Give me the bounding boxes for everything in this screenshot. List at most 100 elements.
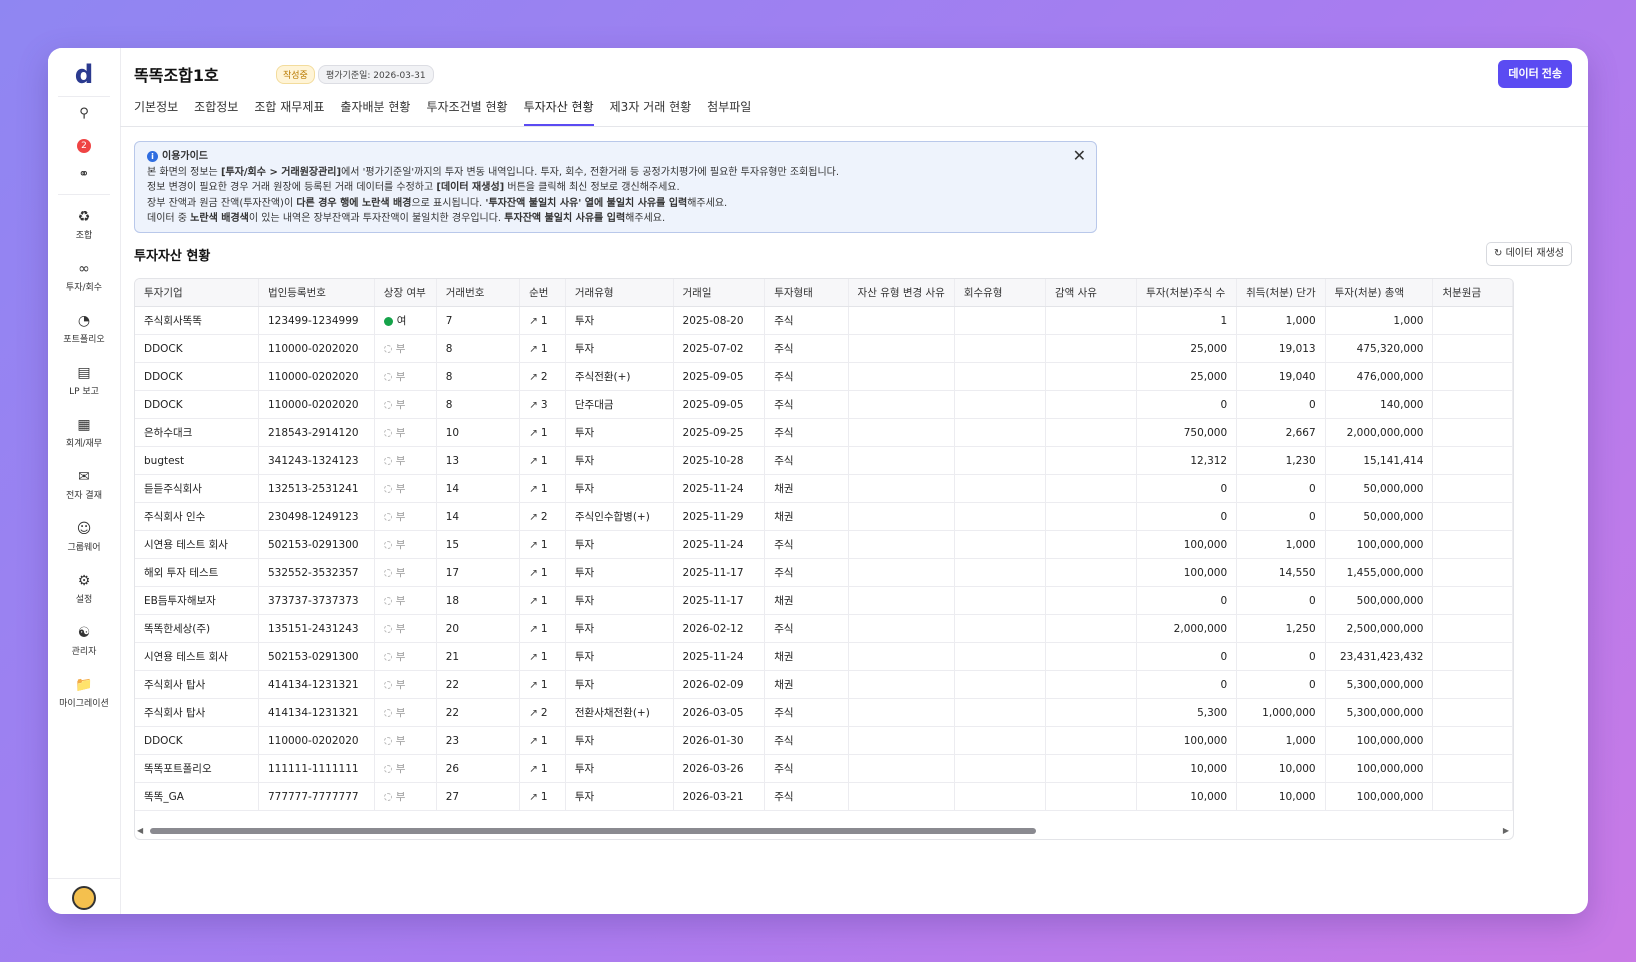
sequence-number: 2 (540, 706, 548, 719)
tab-attachments[interactable]: 첨부파일 (707, 96, 759, 124)
link-arrow-icon[interactable]: ↗ (529, 427, 538, 439)
scroll-right-icon[interactable]: ▶ (1503, 826, 1509, 835)
table-cell (954, 474, 1046, 503)
table-row[interactable]: 주식회사 탑사 414134-1231321 부 22 ↗ 1 투자 2026-02-09 채권… (135, 670, 1513, 699)
app-logo[interactable]: d (48, 60, 120, 90)
table-row[interactable]: 주식회사똑똑 123499-1234999 여 7 ↗ 1 투자 2025-08-20 주식 1 1… (135, 306, 1513, 335)
regenerate-data-button[interactable]: ↻ 데이터 재생성 (1486, 242, 1572, 266)
table-row[interactable]: EB듬투자해보자 373737-3737373 부 18 ↗ 1 투자 2025-11-17 채… (135, 586, 1513, 615)
sidebar-item-migration[interactable]: 📁 마이그레이션 (48, 676, 120, 709)
table-cell: 110000-0202020 (258, 726, 375, 755)
table-row[interactable]: 똑똑_GA 777777-7777777 부 27 ↗ 1 투자 2026-03-21 주식 10… (135, 782, 1513, 811)
column-header[interactable]: 투자형태 (764, 279, 849, 307)
app-window: d ⚲ 2 ⚭ ♻ 조합 ∞ 투자/회수 ◔ 포트폴리오 ▤ LP 보고 ▦ 회… (48, 48, 1588, 914)
link-arrow-icon[interactable]: ↗ (529, 315, 538, 327)
link-arrow-icon[interactable]: ↗ (529, 455, 538, 467)
table-row[interactable]: 듣듣주식회사 132513-2531241 부 14 ↗ 1 투자 2025-11-24 채권 0… (135, 474, 1513, 503)
sidebar-item-groupware[interactable]: ☺ 그룹웨어 (48, 520, 120, 553)
scroll-left-icon[interactable]: ◀ (137, 826, 143, 835)
admin-icon: ☯ (77, 625, 91, 641)
sidebar-item-settings[interactable]: ⚙ 설정 (48, 572, 120, 605)
column-header[interactable]: 투자(처분)주식 수 (1136, 279, 1238, 307)
column-header[interactable]: 순번 (519, 279, 566, 307)
table-row[interactable]: 해외 투자 테스트 532552-3532357 부 17 ↗ 1 투자 2025-11-17… (135, 558, 1513, 587)
link-arrow-icon[interactable]: ↗ (529, 595, 538, 607)
link-arrow-icon[interactable]: ↗ (529, 651, 538, 663)
link-arrow-icon[interactable]: ↗ (529, 679, 538, 691)
tab-third-party-transactions[interactable]: 제3자 거래 현황 (610, 96, 700, 124)
link-arrow-icon[interactable]: ↗ (529, 483, 538, 495)
table-cell: 2025-10-28 (673, 446, 766, 475)
table-cell: 25,000 (1136, 362, 1238, 391)
sidebar-item-lp-report[interactable]: ▤ LP 보고 (48, 364, 120, 397)
table-row[interactable]: bugtest 341243-1324123 부 13 ↗ 1 투자 2025-10-28 주식… (135, 446, 1513, 475)
sidebar-item-invest[interactable]: ∞ 투자/회수 (48, 260, 120, 293)
link-arrow-icon[interactable]: ↗ (529, 567, 538, 579)
notification-badge[interactable]: 2 (48, 137, 120, 153)
table-row[interactable]: 시연용 테스트 회사 502153-0291300 부 21 ↗ 1 투자 2025-11-2… (135, 642, 1513, 671)
table-cell: ↗ 1 (519, 558, 566, 587)
investment-assets-table[interactable]: 투자기업 법인등록번호 상장 여부 거래번호 순번 거래유형 거래일 투자형태 … (134, 278, 1514, 840)
column-header[interactable]: 투자(처분) 총액 (1325, 279, 1434, 307)
send-data-button[interactable]: 데이터 전송 (1498, 60, 1572, 88)
link-arrow-icon[interactable]: ↗ (529, 539, 538, 551)
link-arrow-icon[interactable]: ↗ (529, 623, 538, 635)
tab-union-info[interactable]: 조합정보 (194, 96, 246, 124)
close-icon[interactable]: ✕ (1073, 148, 1086, 164)
scrollbar-thumb[interactable] (150, 828, 1036, 834)
tab-investment-conditions[interactable]: 투자조건별 현황 (426, 96, 515, 124)
table-cell (1045, 306, 1138, 335)
link-arrow-icon[interactable]: ↗ (529, 399, 538, 411)
column-header[interactable]: 거래유형 (565, 279, 674, 307)
tab-basic-info[interactable]: 기본정보 (134, 96, 186, 124)
column-header[interactable]: 거래일 (673, 279, 766, 307)
table-row[interactable]: DDOCK 110000-0202020 부 23 ↗ 1 투자 2026-01-30 주식 10… (135, 726, 1513, 755)
headset-icon[interactable]: ⚭ (48, 167, 120, 182)
link-arrow-icon[interactable]: ↗ (529, 735, 538, 747)
link-arrow-icon[interactable]: ↗ (529, 371, 538, 383)
link-arrow-icon[interactable]: ↗ (529, 763, 538, 775)
column-header[interactable]: 거래번호 (436, 279, 521, 307)
table-cell: 부 (374, 362, 437, 391)
link-arrow-icon[interactable]: ↗ (529, 343, 538, 355)
tab-contribution-distribution[interactable]: 출자배분 현황 (340, 96, 418, 124)
column-header[interactable]: 자산 유형 변경 사유 (848, 279, 955, 307)
table-row[interactable]: 은하수대크 218543-2914120 부 10 ↗ 1 투자 2025-09-25 주식 75… (135, 418, 1513, 447)
sidebar-item-accounting[interactable]: ▦ 회계/재무 (48, 416, 120, 449)
table-cell: 373737-3737373 (258, 586, 375, 615)
tab-investment-assets[interactable]: 투자자산 현황 (523, 96, 594, 126)
link-arrow-icon[interactable]: ↗ (529, 511, 538, 523)
column-header[interactable]: 상장 여부 (374, 279, 437, 307)
sidebar-item-portfolio[interactable]: ◔ 포트폴리오 (48, 312, 120, 345)
search-icon[interactable]: ⚲ (48, 106, 120, 121)
table-cell: 1,000 (1325, 306, 1434, 335)
table-row[interactable]: 주식회사 인수 230498-1249123 부 14 ↗ 2 주식인수합병(+) 2025-… (135, 502, 1513, 531)
table-row[interactable]: 똑똑한세상(주) 135151-2431243 부 20 ↗ 1 투자 2026-02-12 주… (135, 614, 1513, 643)
column-header[interactable]: 감액 사유 (1045, 279, 1138, 307)
user-avatar[interactable] (72, 886, 96, 910)
column-header[interactable]: 투자기업 (135, 279, 259, 307)
table-row[interactable]: 똑똑포트폴리오 111111-1111111 부 26 ↗ 1 투자 2026-03-26 주식… (135, 754, 1513, 783)
horizontal-scrollbar[interactable]: ◀ ▶ (134, 826, 1512, 836)
status-badge: 작성중 (276, 65, 315, 84)
table-row[interactable]: DDOCK 110000-0202020 부 8 ↗ 2 주식전환(+) 2025-09-05… (135, 362, 1513, 391)
table-cell (1045, 698, 1138, 727)
column-header[interactable]: 처분원금 (1432, 279, 1513, 307)
column-header[interactable]: 취득(처분) 단가 (1236, 279, 1326, 307)
guide-text: 이 있는 내역은 장부잔액과 투자잔액이 불일치한 경우입니다. (248, 213, 505, 224)
table-row[interactable]: DDOCK 110000-0202020 부 8 ↗ 3 단주대금 2025-09-05 주식 0… (135, 390, 1513, 419)
link-arrow-icon[interactable]: ↗ (529, 791, 538, 803)
link-arrow-icon[interactable]: ↗ (529, 707, 538, 719)
tab-financial-statements[interactable]: 조합 재무제표 (254, 96, 332, 124)
table-row[interactable]: 주식회사 탑사 414134-1231321 부 22 ↗ 2 전환사채전환(+) 2026-… (135, 698, 1513, 727)
table-cell: 부 (374, 586, 437, 615)
table-row[interactable]: 시연용 테스트 회사 502153-0291300 부 15 ↗ 1 투자 2025-11-2… (135, 530, 1513, 559)
sidebar-item-approval[interactable]: ✉ 전자 결재 (48, 468, 120, 501)
sidebar-item-admin[interactable]: ☯ 관리자 (48, 624, 120, 657)
column-header[interactable]: 법인등록번호 (258, 279, 375, 307)
table-cell: 17 (436, 558, 521, 587)
sidebar-item-union[interactable]: ♻ 조합 (48, 208, 120, 241)
listed-status: 부 (395, 623, 406, 635)
table-row[interactable]: DDOCK 110000-0202020 부 8 ↗ 1 투자 2025-07-02 주식 25,… (135, 334, 1513, 363)
column-header[interactable]: 회수유형 (954, 279, 1046, 307)
